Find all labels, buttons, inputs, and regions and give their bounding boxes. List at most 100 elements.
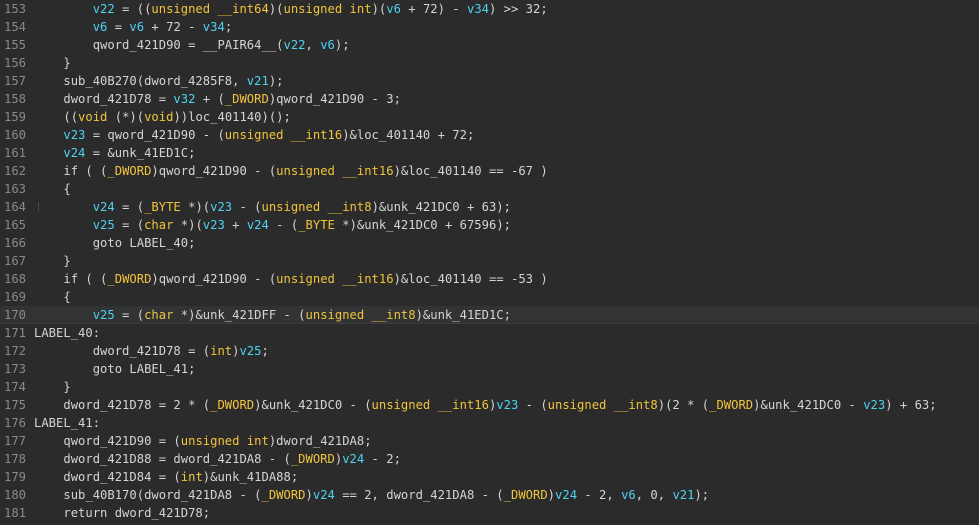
- code-text: v6 = v6 + 72 - v34;: [34, 20, 232, 34]
- variable-token: v24: [312, 488, 335, 502]
- code-text: {: [34, 182, 71, 196]
- code-line[interactable]: 167 }: [0, 252, 979, 270]
- code-token: {: [63, 290, 71, 304]
- code-token: }: [63, 254, 71, 268]
- code-line[interactable]: 155 qword_421D90 = __PAIR64__(v22, v6);: [0, 36, 979, 54]
- code-token: + 72 -: [144, 20, 203, 34]
- code-line[interactable]: 175 dword_421D78 = 2 * (_DWORD)&unk_421D…: [0, 396, 979, 414]
- code-token: LABEL_40:: [34, 326, 101, 340]
- variable-token: v6: [92, 20, 108, 34]
- line-number: 157: [4, 74, 27, 88]
- code-line[interactable]: 170 v25 = (char *)&unk_421DFF - (unsigne…: [0, 306, 979, 324]
- code-token: dword_421D78 = (: [92, 344, 211, 358]
- code-token: *)&unk_421DFF - (: [173, 308, 306, 322]
- code-line[interactable]: 160 v23 = qword_421D90 - (unsigned __int…: [0, 126, 979, 144]
- code-line[interactable]: 159 ((void (*)(void))loc_401140)();: [0, 108, 979, 126]
- code-token: - 2;: [364, 452, 401, 466]
- code-line[interactable]: 176 LABEL_41:: [0, 414, 979, 432]
- code-line[interactable]: 166 goto LABEL_40;: [0, 234, 979, 252]
- code-line[interactable]: 156 }: [0, 54, 979, 72]
- line-number: 153: [4, 2, 27, 16]
- code-text: LABEL_41:: [34, 416, 100, 430]
- code-line[interactable]: 174 }: [0, 378, 979, 396]
- code-token: dword_421D84 = (: [63, 470, 181, 484]
- code-token: ))loc_401140)();: [173, 110, 291, 124]
- code-token: *)&unk_421DC0 + 67596);: [334, 218, 511, 232]
- code-token: - (: [268, 218, 299, 232]
- code-line[interactable]: 169 {: [0, 288, 979, 306]
- code-text: {: [34, 290, 71, 304]
- code-token: sub_40B170(dword_421DA8 - (: [63, 488, 262, 502]
- code-text: qword_421D90 = (unsigned int)dword_421DA…: [34, 434, 371, 448]
- code-token: dword_421D78 =: [63, 92, 174, 106]
- code-token: = qword_421D90 - (: [85, 128, 225, 142]
- code-line[interactable]: 158 dword_421D78 = v32 + (_DWORD)qword_4…: [0, 90, 979, 108]
- code-line[interactable]: 161 v24 = &unk_41ED1C;: [0, 144, 979, 162]
- line-number: 181: [4, 506, 27, 520]
- line-number: 165: [4, 218, 27, 232]
- line-number: 179: [4, 470, 27, 484]
- code-text: v25 = (char *)&unk_421DFF - (unsigned __…: [34, 308, 511, 322]
- code-token: )&loc_401140 == -67 ): [393, 164, 548, 178]
- code-token: + 72) -: [400, 2, 467, 16]
- code-line[interactable]: 173 goto LABEL_41;: [0, 360, 979, 378]
- code-line[interactable]: 157 sub_40B270(dword_4285F8, v21);: [0, 72, 979, 90]
- code-line[interactable]: 181 return dword_421D78;: [0, 504, 979, 522]
- code-line[interactable]: 180 sub_40B170(dword_421DA8 - (_DWORD)v2…: [0, 486, 979, 504]
- variable-token: v23: [63, 128, 86, 142]
- code-token: )(: [371, 2, 387, 16]
- code-text: dword_421D78 = (int)v25;: [34, 344, 269, 358]
- code-text: goto LABEL_40;: [34, 236, 196, 250]
- type-token: unsigned __int8: [305, 308, 416, 322]
- code-line[interactable]: 163 {: [0, 180, 979, 198]
- variable-token: v32: [173, 92, 196, 106]
- code-line[interactable]: 172 dword_421D78 = (int)v25;: [0, 342, 979, 360]
- code-line[interactable]: 162 if ( (_DWORD)qword_421D90 - (unsigne…: [0, 162, 979, 180]
- variable-token: v21: [246, 74, 269, 88]
- type-token: _BYTE: [144, 200, 181, 214]
- code-token: LABEL_41:: [34, 416, 101, 430]
- code-text: sub_40B170(dword_421DA8 - (_DWORD)v24 ==…: [34, 488, 709, 502]
- code-line[interactable]: 179 dword_421D84 = (int)&unk_41DA88;: [0, 468, 979, 486]
- code-line[interactable]: 153 v22 = ((unsigned __int64)(unsigned i…: [0, 0, 979, 18]
- line-number: 175: [4, 398, 27, 412]
- code-token: )qword_421D90 - (: [151, 272, 277, 286]
- code-line[interactable]: 164 v24 = (_BYTE *)(v23 - (unsigned __in…: [0, 198, 979, 216]
- variable-token: v24: [63, 146, 86, 160]
- code-token: goto LABEL_41;: [92, 362, 196, 376]
- code-editor[interactable]: 153 v22 = ((unsigned __int64)(unsigned i…: [0, 0, 979, 525]
- variable-token: v6: [129, 20, 145, 34]
- code-text: dword_421D78 = 2 * (_DWORD)&unk_421DC0 -…: [34, 398, 937, 412]
- variable-token: v24: [342, 452, 365, 466]
- code-line[interactable]: 177 qword_421D90 = (unsigned int)dword_4…: [0, 432, 979, 450]
- code-token: qword_421D90 = (: [63, 434, 181, 448]
- code-text: v24 = (_BYTE *)(v23 - (unsigned __int8)&…: [34, 200, 511, 214]
- code-line[interactable]: 168 if ( (_DWORD)qword_421D90 - (unsigne…: [0, 270, 979, 288]
- code-token: {: [63, 182, 71, 196]
- code-token: ) + 63;: [885, 398, 937, 412]
- variable-token: v22: [92, 2, 115, 16]
- code-text: sub_40B270(dword_4285F8, v21);: [34, 74, 283, 88]
- type-token: _DWORD: [503, 488, 548, 502]
- line-number: 158: [4, 92, 27, 106]
- code-line[interactable]: 165 v25 = (char *)(v23 + v24 - (_BYTE *)…: [0, 216, 979, 234]
- code-token: - (: [518, 398, 548, 412]
- code-text: goto LABEL_41;: [34, 362, 196, 376]
- line-number: 171: [4, 326, 27, 340]
- code-line[interactable]: 154 v6 = v6 + 72 - v34;: [0, 18, 979, 36]
- code-line[interactable]: 178 dword_421D88 = dword_421DA8 - (_DWOR…: [0, 450, 979, 468]
- code-text: dword_421D78 = v32 + (_DWORD)qword_421D9…: [34, 92, 401, 106]
- code-line[interactable]: 171 LABEL_40:: [0, 324, 979, 342]
